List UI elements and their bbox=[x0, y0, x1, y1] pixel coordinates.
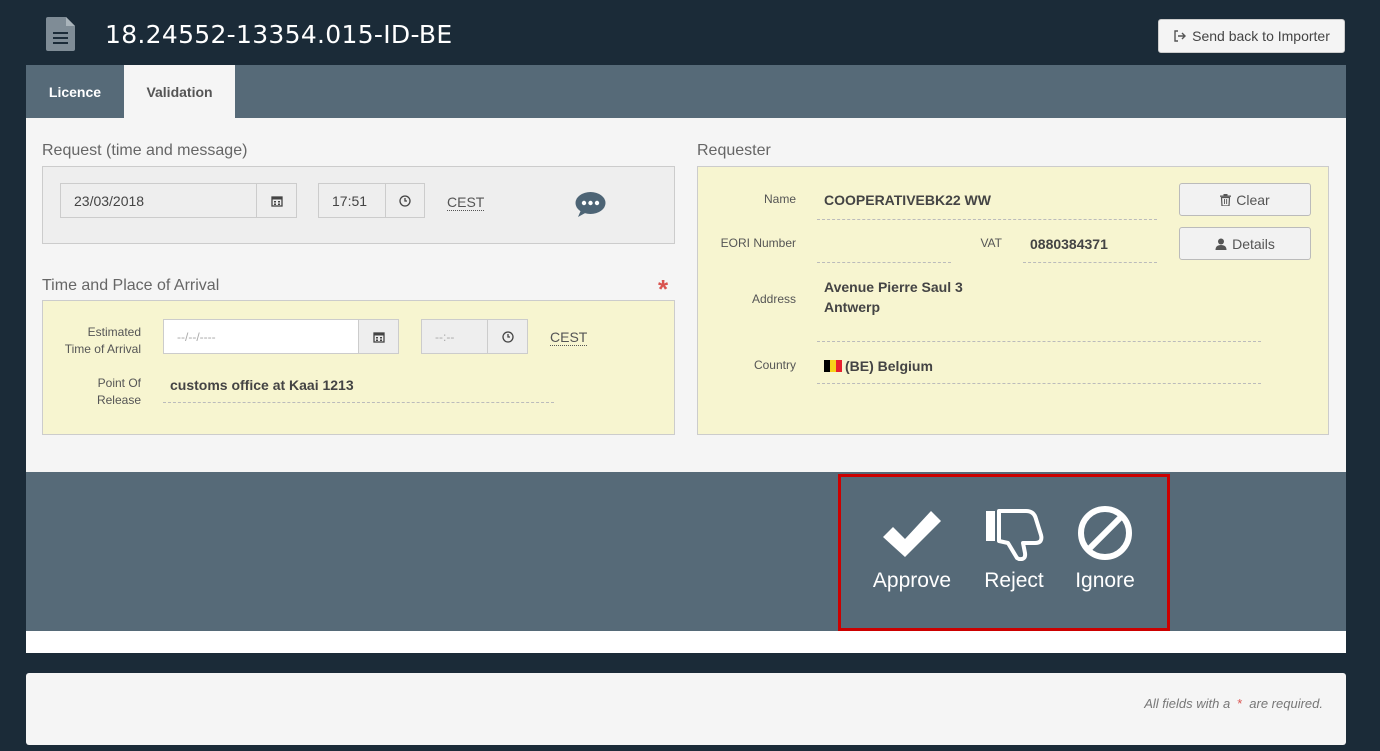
user-icon bbox=[1215, 238, 1227, 250]
country-label: Country bbox=[753, 358, 796, 372]
reject-button[interactable]: Reject bbox=[978, 505, 1050, 593]
details-button[interactable]: Details bbox=[1179, 227, 1311, 260]
eta-label: Estimated Time of Arrival bbox=[64, 325, 141, 356]
clock-button[interactable] bbox=[385, 183, 425, 218]
country-value: (BE) Belgium bbox=[824, 356, 933, 376]
ignore-button[interactable]: Ignore bbox=[1070, 505, 1140, 593]
address-underline bbox=[817, 341, 1261, 342]
eori-label: EORI Number bbox=[720, 236, 796, 250]
belgium-flag-icon bbox=[824, 360, 842, 372]
requester-box: Name COOPERATIVEBK22 WW EORI Number VAT … bbox=[697, 166, 1329, 435]
eori-underline bbox=[817, 262, 951, 263]
calendar-icon bbox=[270, 195, 283, 207]
eta-clock-button[interactable] bbox=[487, 319, 528, 354]
eta-timezone[interactable]: CEST bbox=[550, 330, 588, 346]
vat-value: 0880384371 bbox=[1030, 236, 1108, 252]
eta-time-input[interactable]: --:-- bbox=[421, 319, 489, 354]
required-fields-note: All fields with a * are required. bbox=[1144, 696, 1323, 711]
send-back-label: Send back to Importer bbox=[1192, 28, 1330, 44]
vat-label: VAT bbox=[980, 236, 1002, 250]
vat-underline bbox=[1023, 262, 1157, 263]
clear-button[interactable]: Clear bbox=[1179, 183, 1311, 216]
sign-out-icon bbox=[1174, 30, 1187, 42]
country-underline bbox=[817, 383, 1261, 384]
name-value: COOPERATIVEBK22 WW bbox=[824, 192, 991, 208]
action-bar-strip bbox=[26, 631, 1346, 653]
request-time-field[interactable]: 17:51 bbox=[318, 183, 386, 218]
eta-calendar-button[interactable] bbox=[358, 319, 399, 354]
request-box: 23/03/2018 17:51 CEST bbox=[42, 166, 675, 244]
address-value: Avenue Pierre Saul 3 Antwerp bbox=[824, 279, 963, 315]
trash-icon bbox=[1220, 193, 1232, 206]
ban-icon bbox=[1078, 506, 1132, 560]
requester-section-label: Requester bbox=[697, 142, 771, 159]
tab-validation[interactable]: Validation bbox=[124, 65, 235, 118]
request-timezone[interactable]: CEST bbox=[447, 195, 485, 211]
tab-licence[interactable]: Licence bbox=[26, 65, 124, 118]
checkmark-icon bbox=[883, 511, 941, 557]
name-underline bbox=[817, 219, 1157, 220]
calendar-button[interactable] bbox=[256, 183, 297, 218]
footer-panel: All fields with a * are required. bbox=[26, 673, 1346, 745]
validation-panel: Request (time and message) 23/03/2018 17… bbox=[26, 118, 1346, 472]
name-label: Name bbox=[763, 192, 796, 206]
message-icon[interactable] bbox=[575, 191, 606, 218]
release-label: Point Of Release bbox=[96, 376, 141, 407]
clock-icon bbox=[399, 194, 411, 207]
calendar-icon bbox=[372, 331, 385, 343]
eta-date-input[interactable]: --/--/---- bbox=[163, 319, 360, 354]
document-icon bbox=[46, 17, 75, 51]
page-title: 18.24552-13354.015-ID-BE bbox=[105, 20, 453, 49]
send-back-to-importer-button[interactable]: Send back to Importer bbox=[1158, 19, 1345, 53]
arrival-section-label: Time and Place of Arrival bbox=[42, 277, 220, 294]
thumbs-down-icon bbox=[986, 509, 1044, 561]
tab-bar: Licence Validation bbox=[26, 65, 1346, 118]
required-asterisk: * bbox=[658, 274, 669, 304]
release-underline bbox=[163, 402, 554, 403]
release-value: customs office at Kaai 1213 bbox=[170, 377, 354, 393]
clock-icon bbox=[501, 330, 514, 343]
address-label: Address bbox=[751, 292, 796, 306]
request-section-label: Request (time and message) bbox=[42, 142, 248, 159]
request-date-field[interactable]: 23/03/2018 bbox=[60, 183, 257, 218]
arrival-box: Estimated Time of Arrival --/--/---- --:… bbox=[42, 300, 675, 435]
approve-button[interactable]: Approve bbox=[870, 505, 954, 593]
